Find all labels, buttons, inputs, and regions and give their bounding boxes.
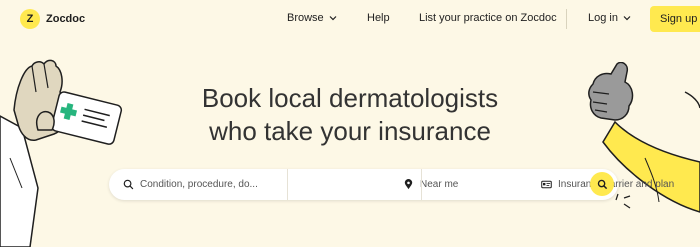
search-separator — [287, 169, 288, 200]
help-label: Help — [367, 12, 390, 24]
hero-title-line2: who take your insurance — [209, 116, 491, 146]
login-menu[interactable]: Log in — [588, 12, 632, 24]
condition-placeholder: Condition, procedure, do... — [140, 179, 258, 190]
sparkle-lines — [615, 193, 631, 209]
location-pin-icon — [404, 179, 413, 190]
chevron-down-icon — [329, 16, 337, 21]
condition-field[interactable]: Condition, procedure, do... — [123, 169, 288, 200]
insurance-placeholder: Insurance carrier and plan — [558, 179, 675, 190]
top-nav: Z Zocdoc Browse Help List your practice … — [0, 0, 700, 38]
nav-divider — [566, 9, 567, 29]
chevron-down-icon — [623, 16, 631, 21]
list-practice-label: List your practice on Zocdoc — [419, 12, 557, 24]
logo-mark: Z — [20, 9, 40, 29]
search-separator — [421, 169, 422, 200]
search-bar: Condition, procedure, do... Near me Insu… — [109, 169, 674, 200]
hand-card-illustration — [0, 59, 123, 247]
search-icon — [597, 179, 607, 189]
help-link[interactable]: Help — [367, 12, 390, 24]
logo-text: Zocdoc — [46, 13, 86, 25]
zocdoc-logo[interactable]: Z Zocdoc — [20, 9, 85, 29]
browse-label: Browse — [287, 12, 324, 24]
list-practice-link[interactable]: List your practice on Zocdoc — [419, 12, 557, 24]
location-placeholder: Near me — [420, 179, 459, 190]
insurance-card-icon — [541, 180, 552, 189]
browse-menu[interactable]: Browse — [287, 12, 338, 24]
hero-title-line1: Book local dermatologists — [201, 83, 499, 113]
search-icon — [123, 179, 134, 190]
signup-button[interactable]: Sign up — [650, 6, 700, 32]
login-label: Log in — [588, 12, 618, 24]
